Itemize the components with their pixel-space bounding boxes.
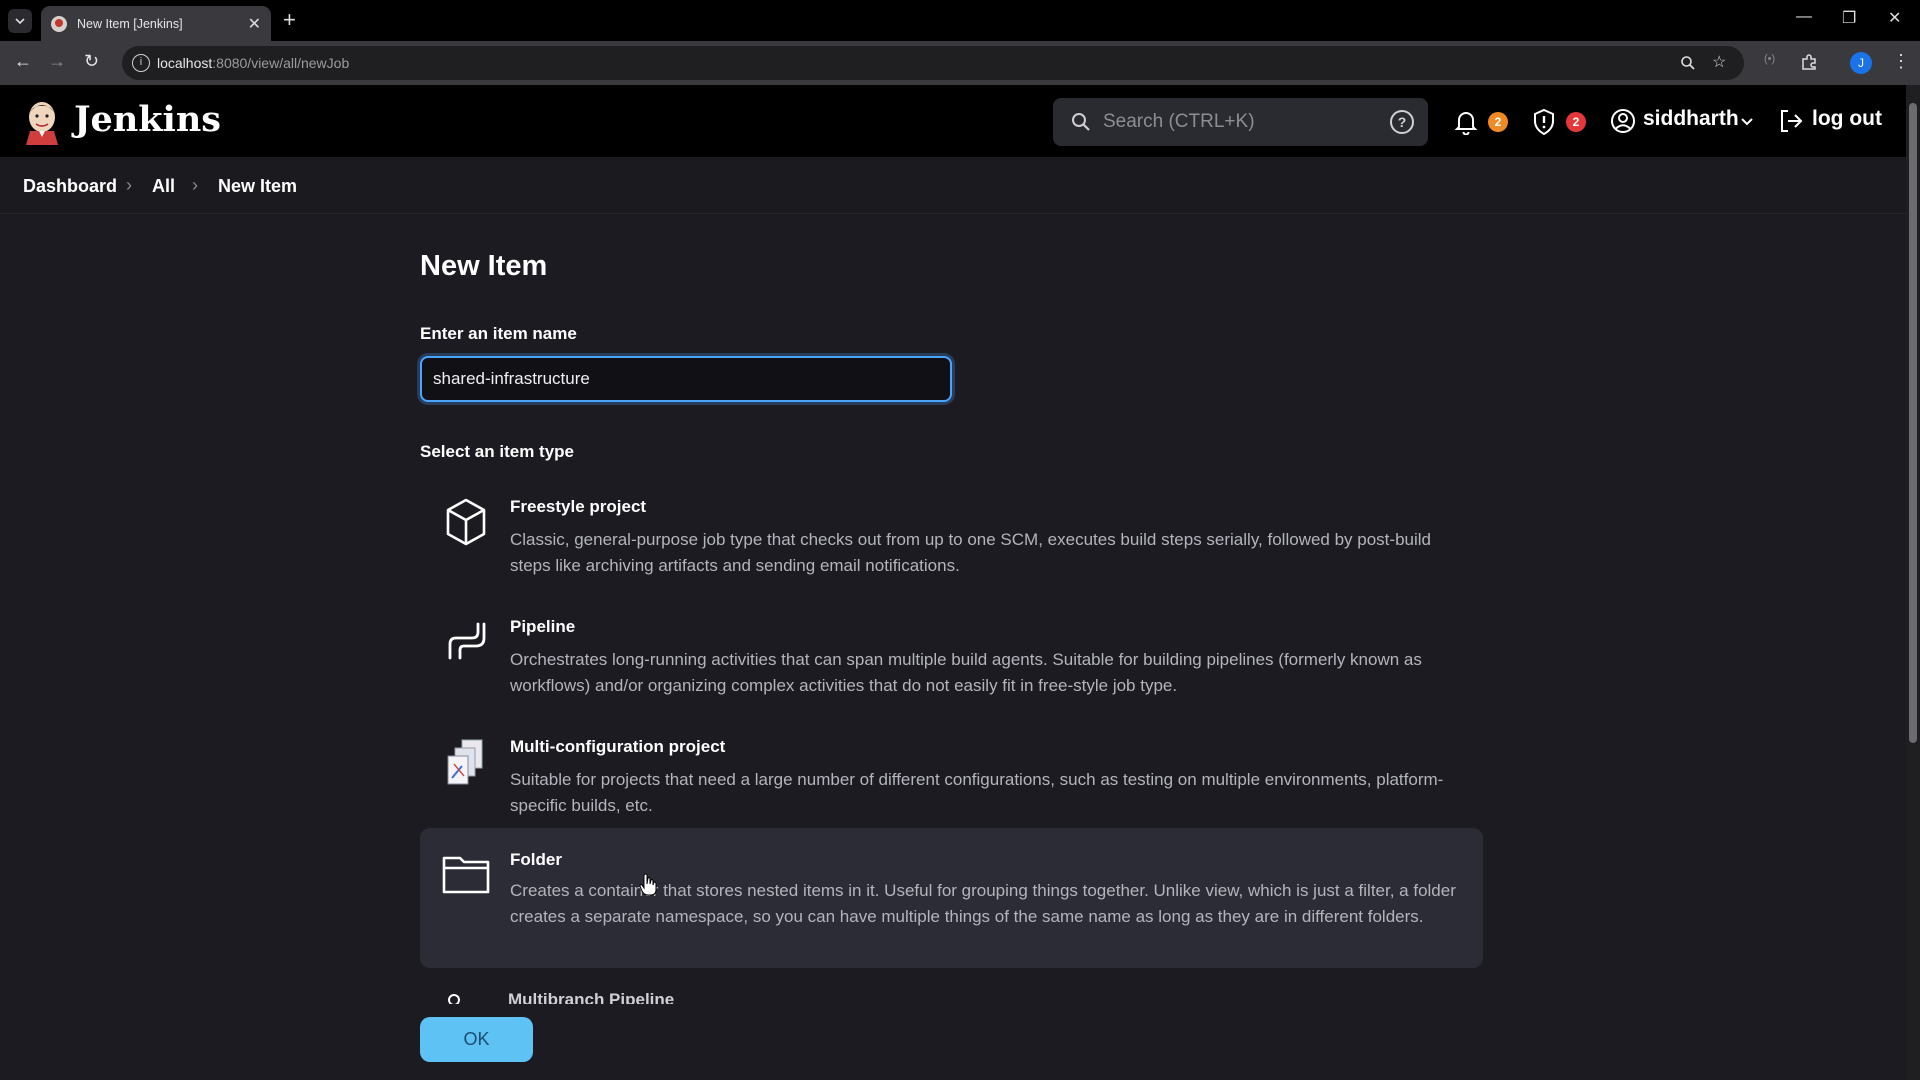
logout-link[interactable]: log out <box>1812 107 1882 131</box>
chevron-right-icon: › <box>126 175 132 195</box>
jenkins-header: Jenkins ? 2 2 siddharth log out <box>0 85 1906 157</box>
user-icon[interactable] <box>1610 108 1636 134</box>
tab-search-button[interactable] <box>8 9 32 33</box>
cast-icon[interactable]: (•) <box>1764 53 1775 65</box>
item-type-title: Folder <box>510 850 562 869</box>
bell-icon[interactable] <box>1454 109 1478 135</box>
item-type-multibranch-partial[interactable]: Multibranch Pipeline <box>508 990 808 1004</box>
bookmark-star-icon[interactable]: ☆ <box>1712 52 1726 72</box>
profile-avatar[interactable]: J <box>1850 52 1872 74</box>
url-text: localhost:8080/view/all/newJob <box>157 55 349 71</box>
zoom-icon[interactable] <box>1680 55 1696 71</box>
multibranch-icon <box>448 994 460 1004</box>
jenkins-brand[interactable]: Jenkins <box>74 99 221 140</box>
breadcrumb-new-item[interactable]: New Item <box>218 176 297 197</box>
pipeline-icon <box>448 622 486 660</box>
logout-icon[interactable] <box>1778 108 1804 134</box>
browser-tab[interactable]: New Item [Jenkins] ✕ <box>41 6 271 41</box>
tab-title: New Item [Jenkins] <box>77 16 183 31</box>
ok-button[interactable]: OK <box>420 1017 533 1062</box>
restore-icon[interactable]: ❐ <box>1842 8 1856 28</box>
url-path: :8080/view/all/newJob <box>212 55 350 71</box>
page-title: New Item <box>420 250 548 282</box>
item-type-title: Freestyle project <box>510 497 647 516</box>
browser-tab-bar: New Item [Jenkins] ✕ + — ❐ ✕ <box>0 0 1920 41</box>
item-name-input[interactable] <box>420 356 952 402</box>
breadcrumb-all[interactable]: All <box>152 176 175 197</box>
item-type-description: Orchestrates long-running activities tha… <box>510 650 1422 695</box>
address-bar[interactable]: i localhost:8080/view/all/newJob ☆ <box>122 46 1744 80</box>
browser-menu-icon[interactable]: ⋮ <box>1892 51 1910 72</box>
item-type-description: Classic, general-purpose job type that c… <box>510 530 1431 575</box>
minimize-icon[interactable]: — <box>1796 8 1812 26</box>
documents-icon <box>447 739 483 785</box>
item-type-pipeline[interactable]: Pipeline Orchestrates long-running activ… <box>420 596 1483 698</box>
close-window-icon[interactable]: ✕ <box>1888 8 1901 28</box>
shield-icon[interactable] <box>1532 108 1556 136</box>
security-badge: 2 <box>1566 112 1586 132</box>
reload-icon[interactable]: ↻ <box>84 51 99 72</box>
search-box[interactable]: ? <box>1053 98 1428 146</box>
site-info-icon[interactable]: i <box>132 54 150 72</box>
breadcrumb: Dashboard › All › New Item <box>0 157 1906 214</box>
back-arrow-icon[interactable]: ← <box>14 51 32 72</box>
url-host: localhost <box>157 55 213 71</box>
search-icon <box>1072 113 1090 131</box>
close-tab-icon[interactable]: ✕ <box>248 14 261 34</box>
forward-arrow-icon[interactable]: → <box>48 51 66 72</box>
notifications-badge: 2 <box>1488 112 1508 132</box>
item-type-folder[interactable]: Folder Creates a container that stores n… <box>420 828 1483 968</box>
item-type-freestyle[interactable]: Freestyle project Classic, general-purpo… <box>420 476 1483 578</box>
new-tab-button[interactable]: + <box>283 7 296 33</box>
item-type-multi-configuration[interactable]: Multi-configuration project Suitable for… <box>420 716 1483 818</box>
chevron-right-icon: › <box>192 175 198 195</box>
jenkins-favicon-icon <box>51 15 67 32</box>
item-type-title: Multi-configuration project <box>510 737 726 756</box>
item-type-title: Pipeline <box>510 617 576 636</box>
search-input[interactable] <box>1103 98 1383 146</box>
item-type-label: Select an item type <box>420 442 575 461</box>
jenkins-logo-icon[interactable] <box>22 97 62 145</box>
item-type-title: Multibranch Pipeline <box>508 990 675 1004</box>
chevron-down-icon <box>15 18 25 25</box>
cube-icon <box>446 498 486 546</box>
help-icon[interactable]: ? <box>1390 110 1414 134</box>
scrollbar-thumb[interactable] <box>1909 103 1917 743</box>
breadcrumb-dashboard[interactable]: Dashboard <box>23 176 117 197</box>
folder-icon <box>442 856 490 894</box>
browser-toolbar: ← → ↻ i localhost:8080/view/all/newJob ☆… <box>0 41 1920 85</box>
user-name[interactable]: siddharth <box>1643 107 1739 131</box>
extensions-puzzle-icon[interactable] <box>1800 53 1818 71</box>
main-content: New Item Enter an item name Select an it… <box>0 214 1906 1080</box>
item-type-description: Suitable for projects that need a large … <box>510 770 1444 815</box>
hand-cursor-icon <box>639 873 657 896</box>
chevron-down-icon[interactable] <box>1740 117 1754 127</box>
item-name-label: Enter an item name <box>420 324 577 343</box>
